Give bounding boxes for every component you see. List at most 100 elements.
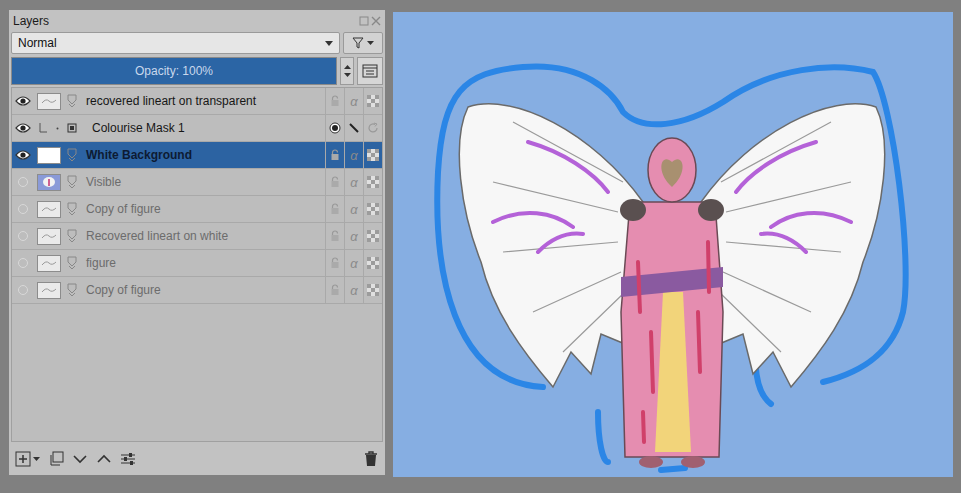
- canvas[interactable]: [393, 12, 953, 477]
- visibility-toggle[interactable]: [12, 122, 34, 134]
- inherit-alpha-toggle[interactable]: [363, 169, 382, 196]
- eye-icon[interactable]: [15, 95, 31, 107]
- lock-toggle[interactable]: [325, 277, 344, 304]
- filter-button[interactable]: [343, 32, 383, 54]
- alpha-lock-toggle[interactable]: α: [344, 88, 363, 115]
- mask-edit-toggle[interactable]: [344, 115, 363, 142]
- visibility-toggle[interactable]: [12, 284, 34, 296]
- eye-icon[interactable]: [15, 122, 31, 134]
- chevron-down-icon[interactable]: [33, 457, 40, 461]
- radio-icon[interactable]: [329, 122, 341, 134]
- trash-icon[interactable]: [363, 451, 379, 467]
- eye-closed-icon[interactable]: [15, 257, 31, 269]
- blend-mode-combo[interactable]: Normal: [11, 32, 340, 54]
- inherit-alpha-toggle[interactable]: [363, 142, 382, 169]
- duplicate-icon[interactable]: [48, 451, 64, 467]
- refresh-icon[interactable]: [367, 122, 379, 134]
- alpha-lock-label[interactable]: α: [350, 175, 357, 190]
- lock-icon[interactable]: [330, 284, 340, 296]
- inherit-alpha-toggle[interactable]: [363, 223, 382, 250]
- layer-row[interactable]: Recovered lineart on white α: [12, 223, 382, 250]
- alpha-lock-toggle[interactable]: α: [344, 196, 363, 223]
- list-icon[interactable]: [362, 64, 378, 78]
- blend-mode-value[interactable]: Normal: [18, 36, 57, 50]
- delete-layer-button[interactable]: [363, 451, 379, 467]
- eye-closed-icon[interactable]: [15, 284, 31, 296]
- lock-toggle[interactable]: [325, 142, 344, 169]
- visibility-toggle[interactable]: [12, 95, 34, 107]
- alpha-lock-label[interactable]: α: [350, 256, 357, 271]
- duplicate-button[interactable]: [48, 451, 64, 467]
- chevron-down-icon[interactable]: [72, 451, 88, 467]
- alpha-lock-label[interactable]: α: [350, 283, 357, 298]
- layer-row[interactable]: figure α: [12, 250, 382, 277]
- alpha-lock-label[interactable]: α: [350, 94, 357, 109]
- alpha-lock-toggle[interactable]: α: [344, 169, 363, 196]
- inherit-alpha-icon[interactable]: [367, 284, 379, 296]
- brush-icon[interactable]: [348, 122, 360, 134]
- lock-icon[interactable]: [330, 95, 340, 107]
- add-icon[interactable]: [15, 451, 31, 467]
- inherit-alpha-toggle[interactable]: [363, 250, 382, 277]
- alpha-lock-toggle[interactable]: α: [344, 277, 363, 304]
- layer-row[interactable]: White Background α: [12, 142, 382, 169]
- alpha-lock-toggle[interactable]: α: [344, 250, 363, 277]
- layer-name[interactable]: Visible: [80, 175, 325, 189]
- inherit-alpha-icon[interactable]: [367, 203, 379, 215]
- visibility-toggle[interactable]: [12, 257, 34, 269]
- inherit-alpha-icon[interactable]: [367, 149, 379, 161]
- down-arrow-icon[interactable]: [344, 73, 351, 77]
- eye-icon[interactable]: [15, 149, 31, 161]
- layer-row[interactable]: Colourise Mask 1: [12, 115, 382, 142]
- alpha-lock-toggle[interactable]: α: [344, 223, 363, 250]
- properties-button[interactable]: [120, 451, 136, 467]
- lock-icon[interactable]: [330, 230, 340, 242]
- add-layer-button[interactable]: [15, 451, 40, 467]
- float-icon[interactable]: [359, 16, 369, 26]
- inherit-alpha-icon[interactable]: [367, 230, 379, 242]
- layer-name[interactable]: Recovered lineart on white: [80, 229, 325, 243]
- chevron-up-icon[interactable]: [96, 451, 112, 467]
- layer-row[interactable]: Copy of figureα: [12, 277, 382, 304]
- inherit-alpha-toggle[interactable]: [363, 88, 382, 115]
- eye-closed-icon[interactable]: [15, 203, 31, 215]
- inherit-alpha-icon[interactable]: [367, 95, 379, 107]
- inherit-alpha-icon[interactable]: [367, 257, 379, 269]
- alpha-lock-label[interactable]: α: [350, 148, 357, 163]
- lock-toggle[interactable]: [325, 223, 344, 250]
- up-arrow-icon[interactable]: [344, 65, 351, 69]
- alpha-lock-label[interactable]: α: [350, 229, 357, 244]
- move-up-button[interactable]: [96, 451, 112, 467]
- inherit-alpha-toggle[interactable]: [363, 196, 382, 223]
- layer-name[interactable]: recovered lineart on transparent: [80, 94, 325, 108]
- layer-row[interactable]: Copy of figureα: [12, 196, 382, 223]
- inherit-alpha-icon[interactable]: [367, 176, 379, 188]
- layer-name[interactable]: Colourise Mask 1: [80, 121, 325, 135]
- mask-update-toggle[interactable]: [363, 115, 382, 142]
- layer-row[interactable]: Visible α: [12, 169, 382, 196]
- layer-name[interactable]: figure: [80, 256, 325, 270]
- lock-toggle[interactable]: [325, 196, 344, 223]
- opacity-spin[interactable]: [340, 57, 354, 85]
- alpha-lock-label[interactable]: α: [350, 202, 357, 217]
- lock-toggle[interactable]: [325, 250, 344, 277]
- visibility-toggle[interactable]: [12, 230, 34, 242]
- lock-toggle[interactable]: [325, 169, 344, 196]
- eye-closed-icon[interactable]: [15, 230, 31, 242]
- eye-closed-icon[interactable]: [15, 176, 31, 188]
- lock-icon[interactable]: [330, 203, 340, 215]
- sliders-icon[interactable]: [120, 451, 136, 467]
- chevron-down-icon[interactable]: [367, 41, 374, 45]
- layer-name[interactable]: White Background: [80, 148, 325, 162]
- lock-icon[interactable]: [330, 257, 340, 269]
- visibility-toggle[interactable]: [12, 176, 34, 188]
- close-icon[interactable]: [371, 16, 381, 26]
- visibility-toggle[interactable]: [12, 149, 34, 161]
- lock-icon[interactable]: [330, 176, 340, 188]
- lock-toggle[interactable]: [325, 88, 344, 115]
- options-button[interactable]: [357, 57, 383, 85]
- visibility-toggle[interactable]: [12, 203, 34, 215]
- inherit-alpha-toggle[interactable]: [363, 277, 382, 304]
- lock-icon[interactable]: [330, 149, 340, 161]
- chevron-down-icon[interactable]: [325, 41, 333, 46]
